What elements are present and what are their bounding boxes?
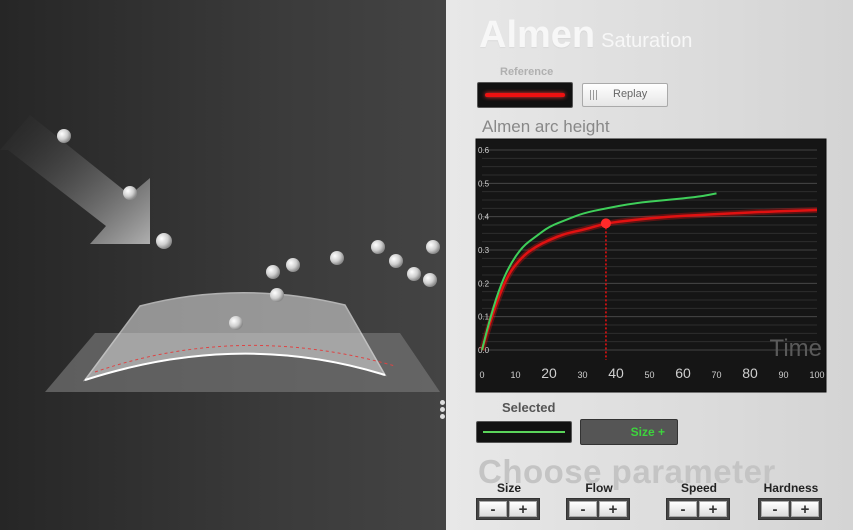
- x-tick-label: 10: [510, 370, 520, 380]
- selected-label: Selected: [502, 400, 556, 415]
- title-main: Almen: [479, 14, 596, 56]
- reference-marker: [600, 218, 611, 229]
- shot-ball: [270, 288, 284, 302]
- x-tick-label: 0: [479, 370, 484, 380]
- x-tick-label: 80: [742, 365, 758, 381]
- title-sub: Saturation: [601, 30, 693, 52]
- shot-ball: [57, 129, 71, 143]
- flow-direction-arrow: [0, 115, 150, 244]
- y-tick-label: 0.6: [478, 146, 490, 155]
- flow-decrease-button[interactable]: -: [569, 501, 597, 517]
- selected-line-sample: [483, 431, 565, 433]
- param-flow: Flow - +: [566, 481, 632, 527]
- y-tick-label: 0.3: [478, 246, 490, 255]
- x-tick-label: 90: [778, 370, 788, 380]
- x-tick-label: 50: [644, 370, 654, 380]
- size-increase-button[interactable]: +: [509, 501, 537, 517]
- param-hardness: Hardness - +: [758, 481, 824, 527]
- reference-line-sample: [485, 93, 565, 97]
- param-size: Size - +: [476, 481, 542, 527]
- control-panel: Almen Saturation Reference Replay Almen a…: [446, 0, 853, 530]
- shot-peening-simulation: [0, 0, 446, 530]
- replay-label: Replay: [613, 88, 648, 100]
- x-axis-label: Time: [770, 335, 822, 362]
- shot-ball: [407, 267, 421, 281]
- selected-swatch: [476, 421, 572, 443]
- hardness-increase-button[interactable]: +: [791, 501, 819, 517]
- reference-label: Reference: [500, 66, 554, 78]
- param-label: Speed: [680, 481, 717, 495]
- shot-ball: [423, 273, 437, 287]
- reference-swatch: [477, 82, 573, 108]
- grip-icon: [590, 90, 598, 100]
- chart-title: Almen arc height: [482, 117, 610, 136]
- x-tick-label: 70: [711, 370, 721, 380]
- param-label: Size: [496, 481, 521, 495]
- shot-ball: [229, 316, 243, 330]
- speed-decrease-button[interactable]: -: [669, 501, 697, 517]
- shot-ball: [389, 254, 403, 268]
- selected-parameter-label: Size +: [630, 425, 665, 439]
- shot-ball: [266, 265, 280, 279]
- arc-height-chart: 0.00.10.20.30.40.50.60 10 20 30 40 50 60 70 80 90…: [475, 138, 827, 393]
- simulation-canvas: [0, 115, 440, 392]
- selected-parameter-button[interactable]: Size +: [580, 419, 678, 445]
- param-label: Flow: [585, 481, 613, 495]
- x-tick-label: 20: [541, 365, 557, 381]
- x-tick-label: 60: [675, 365, 691, 381]
- x-tick-label: 30: [577, 370, 587, 380]
- y-tick-label: 0.5: [478, 179, 490, 188]
- param-label: Hardness: [763, 481, 819, 495]
- param-speed: Speed - +: [666, 481, 732, 527]
- shot-ball: [371, 240, 385, 254]
- size-decrease-button[interactable]: -: [479, 501, 507, 517]
- x-tick-label: 100: [809, 370, 824, 380]
- shot-ball: [330, 251, 344, 265]
- speed-increase-button[interactable]: +: [699, 501, 727, 517]
- shot-ball: [426, 240, 440, 254]
- shot-ball: [123, 186, 137, 200]
- x-tick-label: 40: [608, 365, 624, 381]
- app-title: Almen Saturation: [479, 14, 692, 57]
- shot-ball: [286, 258, 300, 272]
- y-tick-label: 0.4: [478, 213, 490, 222]
- flow-increase-button[interactable]: +: [599, 501, 627, 517]
- shot-ball: [156, 233, 172, 249]
- hardness-decrease-button[interactable]: -: [761, 501, 789, 517]
- replay-button[interactable]: Replay: [582, 83, 668, 107]
- y-tick-label: 0.2: [478, 279, 490, 288]
